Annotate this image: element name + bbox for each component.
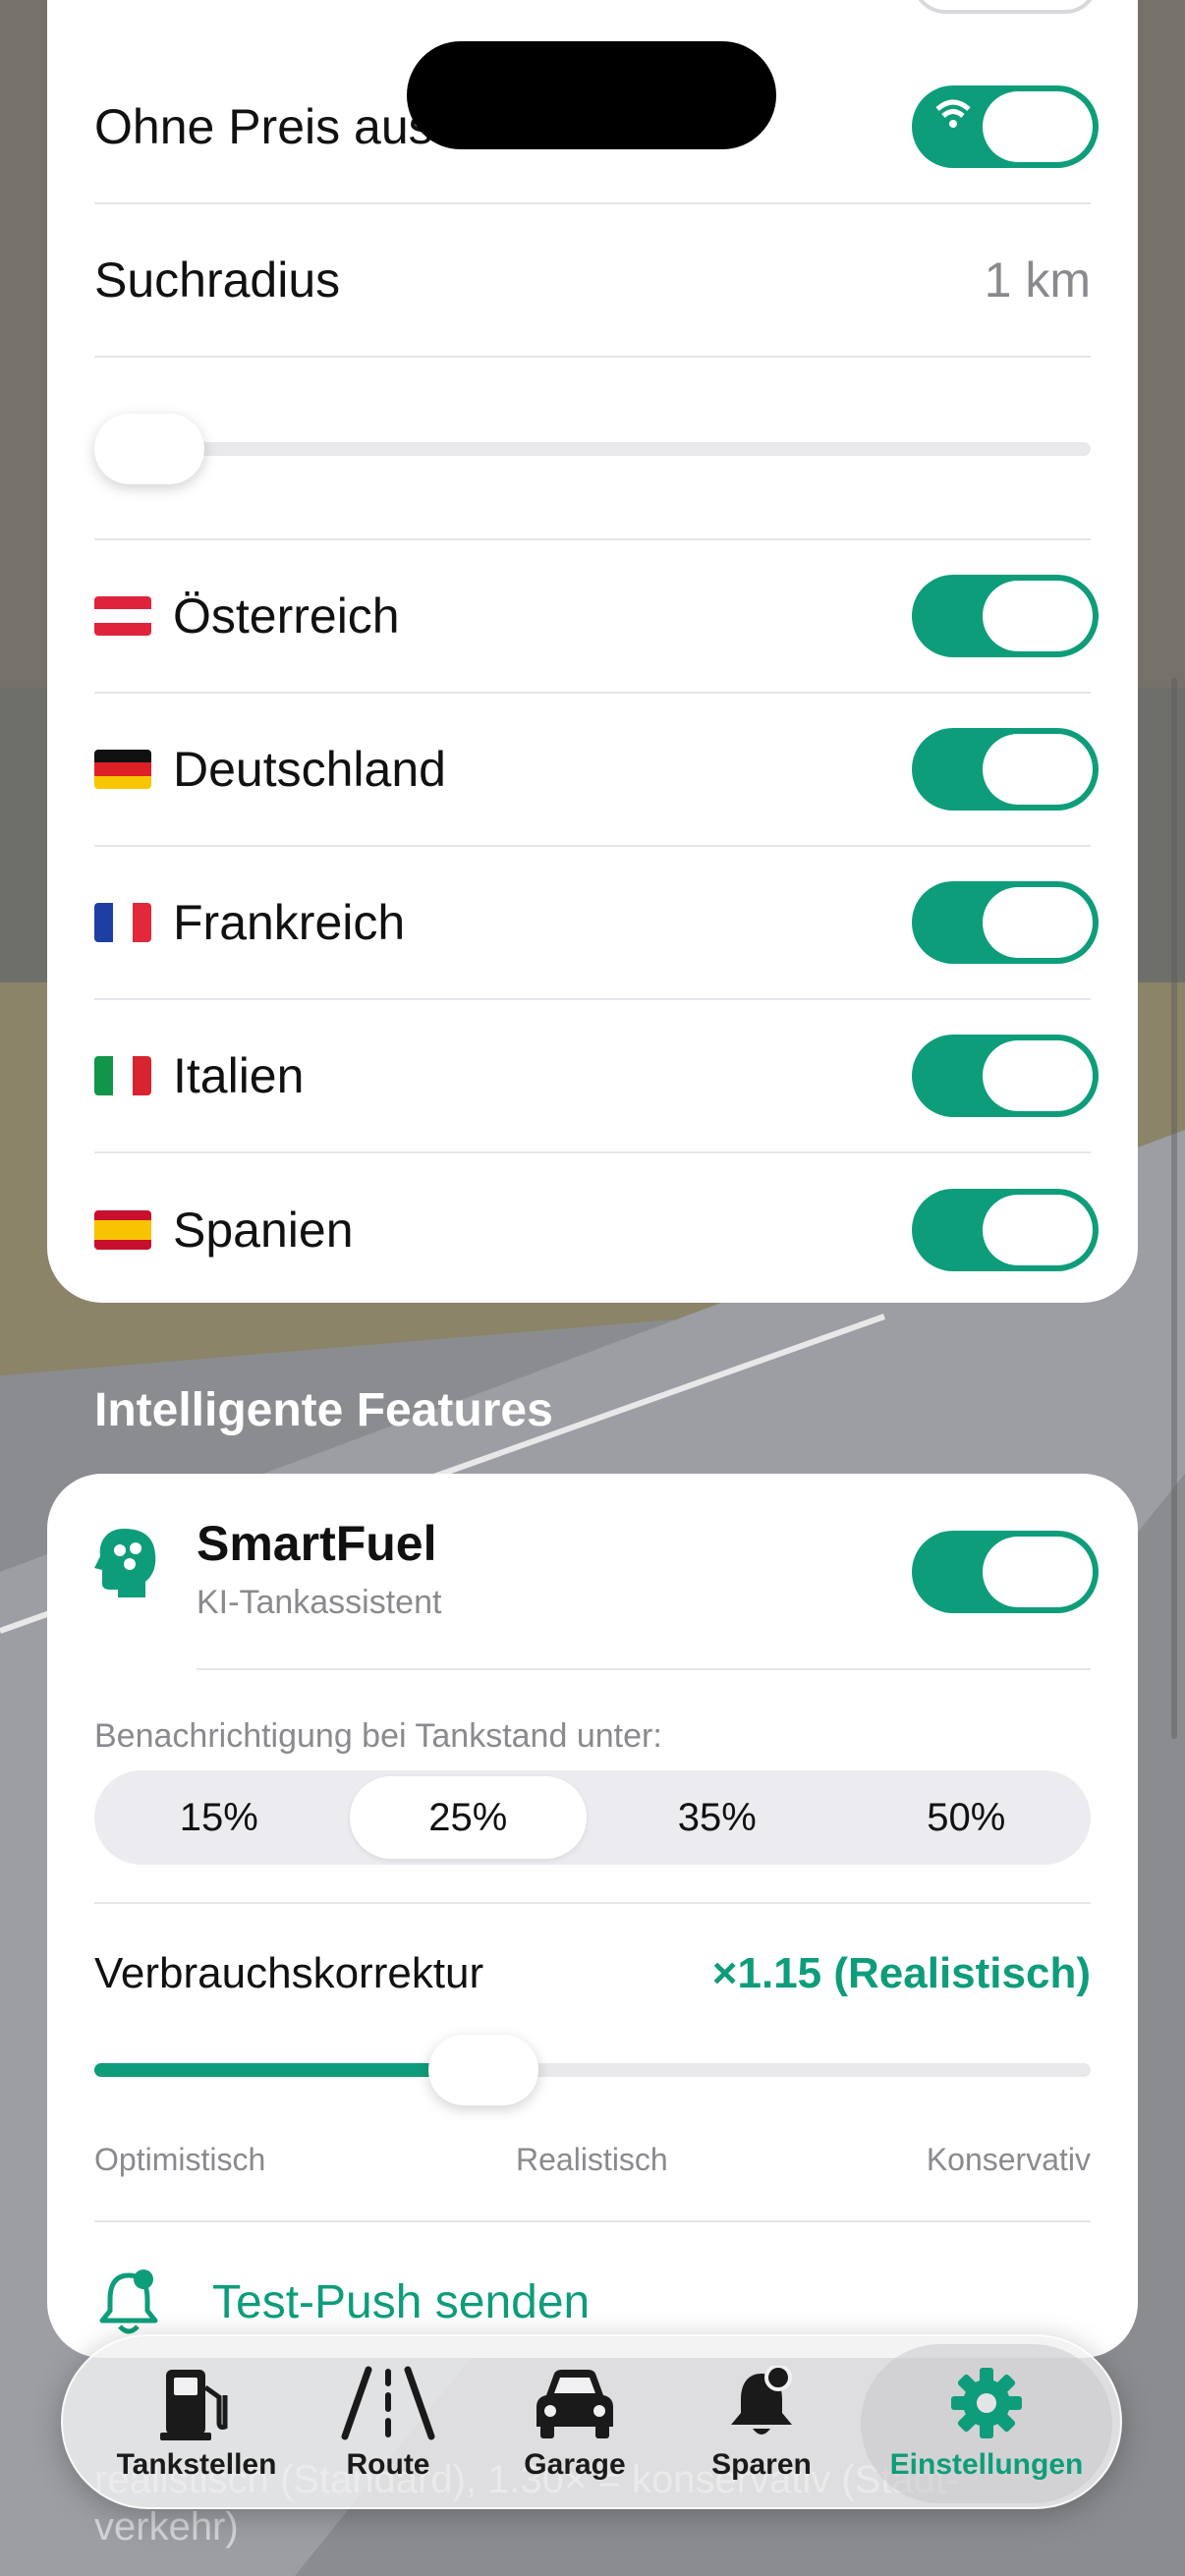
search-radius-slider-track[interactable] [94, 442, 1091, 456]
country-row-austria: Österreich [94, 540, 1099, 694]
tab-label: Garage [524, 2448, 626, 2481]
scale-label-min: Optimistisch [94, 2142, 266, 2177]
toggle-knob [983, 91, 1093, 162]
wifi-icon [935, 99, 971, 128]
country-row-germany: Deutschland [94, 694, 1099, 847]
country-label: Frankreich [173, 895, 406, 950]
divider [94, 2220, 1091, 2222]
road-icon [341, 2366, 435, 2440]
country-toggle-germany[interactable] [912, 728, 1099, 811]
divider [197, 1668, 1091, 1670]
notification-bell-icon [96, 2268, 161, 2341]
tab-garage[interactable]: Garage [481, 2336, 668, 2511]
country-label: Spanien [173, 1203, 354, 1258]
toggle-knob [983, 734, 1093, 805]
consumption-slider-knob[interactable] [428, 2035, 538, 2105]
hide-no-price-label: Ohne Preis aus [94, 99, 433, 154]
bell-icon [731, 2366, 792, 2435]
filter-settings-card: Ohne Preis aus Suchradius 1 km Österreic… [47, 0, 1138, 1303]
france-flag-icon [94, 903, 151, 942]
previous-toggle-edge[interactable] [912, 0, 1099, 14]
scale-label-max: Konservativ [926, 2142, 1091, 2177]
gear-icon [951, 2368, 1022, 2438]
toggle-knob [983, 1040, 1093, 1111]
toggle-knob [983, 1195, 1093, 1265]
divider [94, 1902, 1091, 1904]
dynamic-island [407, 41, 776, 149]
smartfuel-toggle[interactable] [912, 1531, 1099, 1613]
tab-label: Tankstellen [116, 2448, 277, 2481]
tab-sparen[interactable]: Sparen [678, 2336, 845, 2511]
tab-label: Route [346, 2448, 430, 2481]
segment-option-50[interactable]: 50% [848, 1776, 1086, 1859]
country-row-italy: Italien [94, 1000, 1099, 1153]
country-toggle-france[interactable] [912, 881, 1099, 964]
italy-flag-icon [94, 1056, 151, 1095]
tab-label: Sparen [711, 2448, 812, 2481]
search-radius-slider-row [94, 358, 1091, 540]
scale-label-mid: Realistisch [516, 2142, 668, 2177]
scroll-indicator[interactable] [1171, 678, 1177, 1739]
search-radius-value: 1 km [984, 252, 1091, 308]
austria-flag-icon [94, 596, 151, 636]
country-row-spain: Spanien [94, 1153, 1099, 1303]
germany-flag-icon [94, 750, 151, 789]
section-title-features: Intelligente Features [94, 1384, 553, 1436]
segment-option-35[interactable]: 35% [598, 1776, 836, 1859]
brain-head-icon [94, 1527, 159, 1602]
country-label: Österreich [173, 588, 400, 644]
test-push-button[interactable]: Test-Push senden [212, 2275, 590, 2329]
country-label: Italien [173, 1048, 305, 1103]
notify-threshold-label: Benachrichtigung bei Tankstand unter: [94, 1717, 662, 1755]
search-radius-label: Suchradius [94, 252, 341, 308]
consumption-slider-fill [94, 2063, 483, 2077]
country-label: Deutschland [173, 742, 446, 797]
consumption-correction-value: ×1.15 (Realistisch) [711, 1949, 1091, 1997]
country-toggle-italy[interactable] [912, 1035, 1099, 1117]
toggle-knob [983, 887, 1093, 958]
segment-option-15[interactable]: 15% [100, 1776, 338, 1859]
tab-label: Einstellungen [889, 2448, 1084, 2481]
hide-no-price-toggle[interactable] [912, 85, 1099, 168]
tab-route[interactable]: Route [305, 2336, 472, 2511]
car-icon [536, 2370, 613, 2438]
tab-tankstellen[interactable]: Tankstellen [98, 2336, 295, 2511]
smartfuel-subtitle: KI-Tankassistent [197, 1584, 442, 1621]
country-toggle-austria[interactable] [912, 575, 1099, 657]
notify-threshold-segmented-control: 15% 25% 35% 50% [94, 1770, 1091, 1865]
smartfuel-card: SmartFuel KI-Tankassistent Benachrichtig… [47, 1474, 1138, 2358]
country-toggle-spain[interactable] [912, 1189, 1099, 1271]
segment-option-25[interactable]: 25% [349, 1776, 587, 1859]
bottom-tab-bar: Tankstellen Route Garage Sparen Einstell… [61, 2334, 1122, 2509]
country-row-france: Frankreich [94, 847, 1099, 1000]
toggle-knob [983, 581, 1093, 651]
spain-flag-icon [94, 1210, 151, 1250]
fuel-pump-icon [160, 2370, 228, 2440]
search-radius-slider-knob[interactable] [94, 414, 204, 484]
search-radius-row: Suchradius 1 km [94, 204, 1091, 358]
tab-einstellungen[interactable]: Einstellungen [861, 2344, 1112, 2503]
smartfuel-title: SmartFuel [197, 1516, 437, 1571]
toggle-knob [983, 1537, 1093, 1607]
consumption-correction-label: Verbrauchskorrektur [94, 1949, 484, 1997]
